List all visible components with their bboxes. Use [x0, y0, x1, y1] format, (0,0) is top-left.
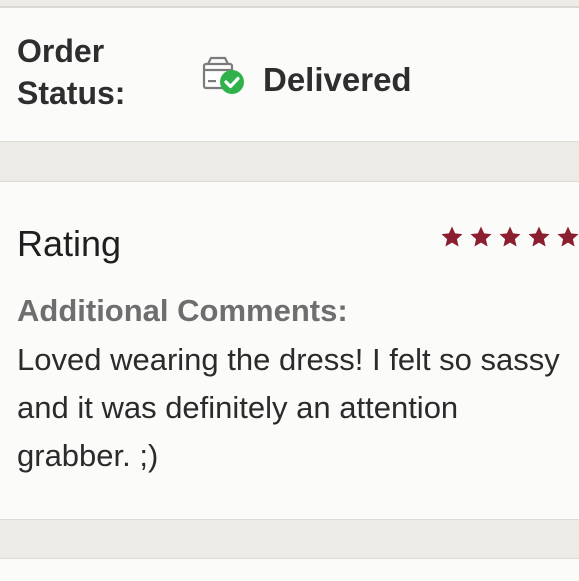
star-icon — [470, 226, 492, 247]
star-icon — [557, 226, 579, 247]
package-delivered-icon — [198, 54, 248, 98]
additional-comments-label: Additional Comments: — [17, 293, 348, 328]
order-status-label: Order Status: — [17, 33, 126, 111]
additional-comments-text: Loved wearing the dress! I felt so sassy… — [17, 342, 560, 473]
next-card — [0, 558, 579, 581]
star-rating — [440, 225, 579, 255]
order-status-card: Order Status: Delivered — [0, 8, 579, 142]
order-status-value: Delivered — [263, 61, 412, 98]
review-card: Rating Additional Comments: Loved wearin… — [0, 181, 579, 520]
star-icon — [528, 226, 550, 247]
star-icon — [441, 226, 463, 247]
star-icon — [499, 226, 521, 247]
rating-label: Rating — [17, 223, 122, 264]
